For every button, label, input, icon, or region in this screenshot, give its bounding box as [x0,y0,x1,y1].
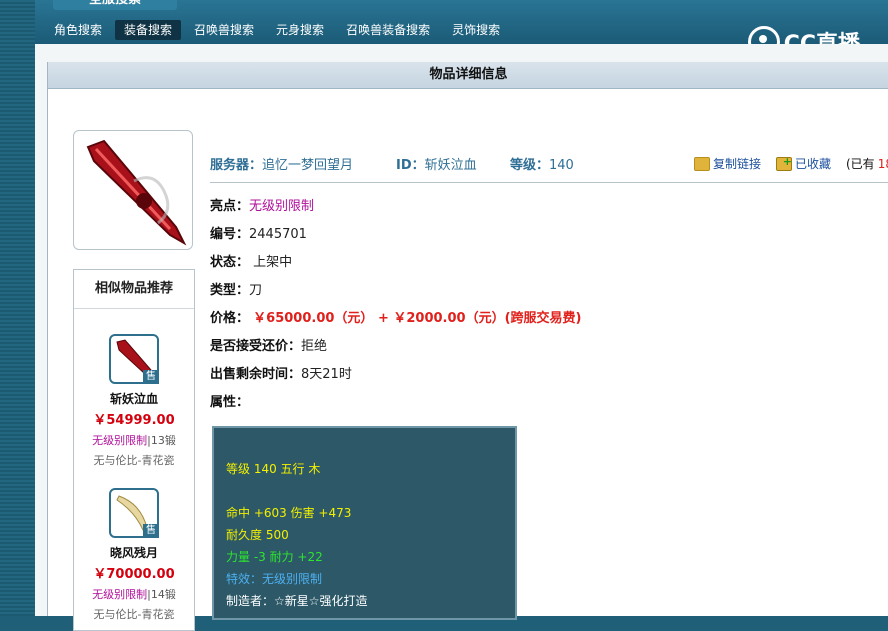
favorite-icon [776,155,792,171]
server-label: 服务器： [210,158,263,173]
sold-badge: 售 [143,370,159,384]
bargain-value: 拒绝 [301,339,328,354]
status-value: 上架中 [253,255,293,270]
status-row: 状态： 上架中 [210,249,581,277]
item-detail-rows: 亮点：无级别限制 编号：2445701 状态： 上架中 类型：刀 价格： ￥65… [210,193,581,417]
left-background [0,0,35,616]
attr-maker: 制造者：☆新星☆强化打造 [226,594,368,608]
recommended-item-tag: 无级别限制|13锻 [74,432,194,448]
price-value: ￥65000.00（元） + ￥2000.00（元）(跨服交易费) [253,311,582,326]
menu-item-role-search[interactable]: 角色搜索 [45,20,111,40]
recommended-item-level: |14锻 [147,588,176,601]
recommended-item-price: ￥70000.00 [93,567,175,582]
recommended-item-image[interactable]: 售 [109,334,159,384]
similar-items-box: 相似物品推荐 售 斩妖泣血 ￥54999.00 无级别限制|13锻 无与伦比-青… [73,269,195,631]
blade-icon [86,139,187,246]
top-tab-global-search[interactable]: 全服搜索 [53,0,177,10]
item-summary-bar: 服务器：追忆一梦回望月 ID：斩妖泣血 等级：140 复制链接 已收藏 (已有1… [210,150,888,183]
recommended-item-subtitle: 无与伦比-青花瓷 [93,608,175,621]
recommended-item-name[interactable]: 斩妖泣血 [74,390,194,407]
type-label: 类型： [210,283,250,298]
recommended-item-subtitle: 无与伦比-青花瓷 [93,454,175,467]
attr-level-element: 等级 140 五行 木 [226,462,321,476]
highlight-label: 亮点： [210,199,250,214]
menu-item-lingshi-search[interactable]: 灵饰搜索 [443,20,509,40]
highlight-row: 亮点：无级别限制 [210,193,581,221]
server-value: 追忆一梦回望月 [262,158,354,173]
server-info: 服务器：追忆一梦回望月 [210,154,353,173]
id-value: 斩妖泣血 [424,158,477,173]
attr-strength-stamina: 力量 -3 耐力 +22 [226,550,323,564]
attr-special-effect: 特效：无级别限制 [226,572,323,586]
favorite-label: 已收藏 [795,157,832,171]
serial-row: 编号：2445701 [210,221,581,249]
highlight-value: 无级别限制 [249,199,315,214]
menu-item-pet-search[interactable]: 召唤兽搜索 [185,20,263,40]
favorite-count-value: 18 [877,156,888,171]
copy-link-icon [694,156,710,171]
recommended-item-restriction: 无级别限制 [92,588,148,601]
menu-item-equipment-search[interactable]: 装备搜索 [115,20,182,40]
panel-title: 物品详细信息 [48,62,888,89]
attr-hit-damage: 命中 +603 伤害 +473 [226,506,352,520]
id-info: ID：斩妖泣血 [396,154,477,173]
remaining-time-value: 8天21时 [301,367,352,382]
item-detail-panel: 物品详细信息 相似物品推荐 售 斩妖泣血 ￥54999.00 无级别限制|13锻… [47,62,888,631]
recommended-item[interactable]: 售 斩妖泣血 ￥54999.00 无级别限制|13锻 无与伦比-青花瓷 [74,334,194,468]
remaining-time-label: 出售剩余时间： [210,367,302,382]
menu-item-yuanshen-search[interactable]: 元身搜索 [267,20,333,40]
bargain-label: 是否接受还价： [210,339,302,354]
top-navigation: 全服搜索 角色搜索 装备搜索 召唤兽搜索 元身搜索 召唤兽装备搜索 灵饰搜索 C… [35,0,888,58]
similar-items-title: 相似物品推荐 [74,270,194,309]
grade-info: 等级：140 [510,154,574,173]
grade-value: 140 [549,158,574,173]
id-label: ID： [396,158,425,173]
serial-label: 编号： [210,227,250,242]
favorite-count-prefix: (已有 [846,157,875,171]
type-row: 类型：刀 [210,277,581,305]
favorite-button[interactable]: 已收藏 [776,155,831,172]
main-content: 物品详细信息 相似物品推荐 售 斩妖泣血 ￥54999.00 无级别限制|13锻… [35,44,888,631]
recommended-item-name[interactable]: 晓风残月 [74,544,194,561]
recommended-item-tag: 无级别限制|14锻 [74,586,194,602]
sold-badge: 售 [143,524,159,538]
favorite-count: (已有18 [846,155,888,172]
attributes-label: 属性： [210,395,250,410]
grade-label: 等级： [510,158,550,173]
recommended-item[interactable]: 售 晓风残月 ￥70000.00 无级别限制|14锻 无与伦比-青花瓷 [74,488,194,622]
recommended-item-level: |13锻 [147,434,176,447]
copy-link-button[interactable]: 复制链接 [694,155,761,172]
item-image [73,130,193,250]
search-menu: 角色搜索 装备搜索 召唤兽搜索 元身搜索 召唤兽装备搜索 灵饰搜索 [45,20,509,40]
copy-link-label: 复制链接 [713,157,762,171]
recommended-item-restriction: 无级别限制 [92,434,148,447]
price-row: 价格： ￥65000.00（元） + ￥2000.00（元）(跨服交易费) [210,305,581,333]
price-label: 价格： [210,311,250,326]
attributes-row: 属性： [210,389,581,417]
menu-item-pet-equipment-search[interactable]: 召唤兽装备搜索 [337,20,439,40]
attr-durability: 耐久度 500 [226,528,289,542]
remaining-time-row: 出售剩余时间：8天21时 [210,361,581,389]
attributes-box: 等级 140 五行 木 命中 +603 伤害 +473 耐久度 500 力量 -… [212,426,517,620]
type-value: 刀 [249,283,263,298]
recommended-item-price: ￥54999.00 [93,413,175,428]
recommended-item-image[interactable]: 售 [109,488,159,538]
status-label: 状态： [210,255,250,270]
serial-value: 2445701 [249,227,307,242]
bargain-row: 是否接受还价：拒绝 [210,333,581,361]
